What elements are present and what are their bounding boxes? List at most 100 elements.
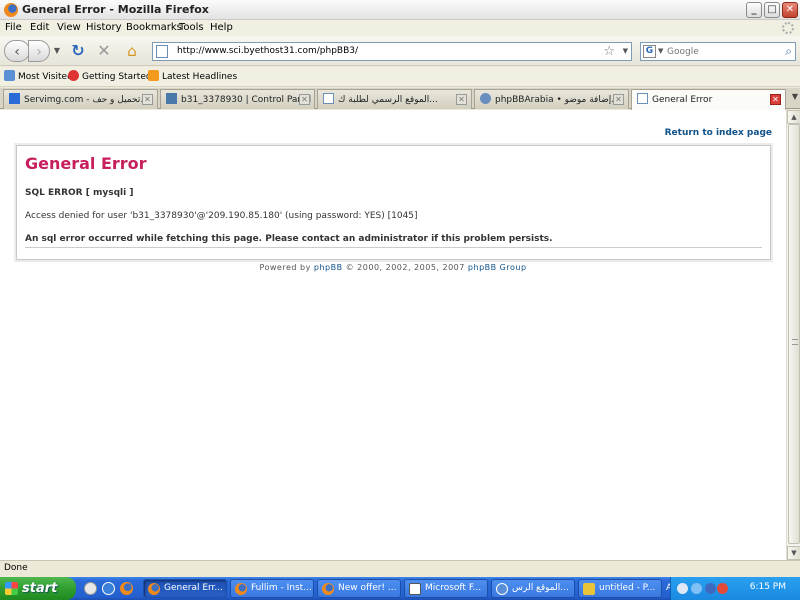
- scroll-down-icon[interactable]: ▼: [787, 546, 800, 560]
- error-panel: General Error SQL ERROR [ mysqli ] Acces…: [16, 145, 771, 260]
- tab-label: b31_3378930 | Control Panel: [181, 95, 312, 105]
- firefox-quicklaunch-icon[interactable]: [120, 582, 133, 595]
- task-new-offer[interactable]: New offer! ...: [317, 579, 401, 598]
- show-desktop-icon[interactable]: [84, 582, 97, 595]
- window-title: General Error - Mozilla Firefox: [22, 3, 209, 16]
- tab-official-site[interactable]: الموقع الرسمي لطلبة ك... ✕: [317, 89, 472, 109]
- search-icon[interactable]: ⌕: [785, 44, 792, 59]
- bookmark-latest-headlines[interactable]: Latest Headlines: [148, 70, 237, 84]
- back-button[interactable]: ‹: [4, 40, 30, 62]
- tab-control-panel[interactable]: b31_3378930 | Control Panel ✕: [160, 89, 315, 109]
- menu-history[interactable]: History: [86, 22, 122, 33]
- search-bar: G ▼ ⌕: [640, 42, 796, 61]
- task-label: Microsoft F...: [425, 583, 482, 593]
- tab-close-icon[interactable]: ✕: [770, 94, 781, 105]
- tab-label: الموقع الرسمي لطلبة ك...: [338, 95, 438, 105]
- sql-error-text: SQL ERROR [ mysqli ]: [25, 188, 134, 198]
- return-to-index-link[interactable]: Return to index page: [665, 128, 772, 138]
- window-icon: [409, 583, 421, 595]
- stop-icon[interactable]: ✕: [94, 40, 114, 62]
- phpbb-group-link[interactable]: phpBB Group: [468, 263, 527, 272]
- firefox-icon: [322, 583, 334, 595]
- scroll-grip: [792, 339, 798, 345]
- start-button[interactable]: start: [0, 577, 76, 600]
- task-fullim[interactable]: Fullim - Inst...: [230, 579, 314, 598]
- tab-phpbbarabia[interactable]: phpBBArabia • إضافة موضو... ✕: [474, 89, 629, 109]
- search-engine-dropdown-icon[interactable]: ▼: [658, 47, 663, 55]
- tab-label: Servimg.com - تحميل و حف...: [24, 95, 149, 105]
- reload-icon[interactable]: ↻: [68, 40, 88, 62]
- system-tray: 6:15 PM: [670, 577, 800, 600]
- network-icon[interactable]: [677, 583, 688, 594]
- firefox-icon: [4, 3, 18, 17]
- bookmarks-toolbar: Most Visited Getting Started Latest Head…: [0, 67, 800, 87]
- bookmark-getting-started[interactable]: Getting Started: [68, 70, 152, 84]
- servimg-icon: [9, 93, 20, 104]
- menu-file[interactable]: File: [5, 22, 22, 33]
- tab-servimg[interactable]: Servimg.com - تحميل و حف... ✕: [3, 89, 158, 109]
- getting-started-icon: [68, 70, 79, 81]
- phpbb-link[interactable]: phpBB: [314, 263, 343, 272]
- tab-label: phpBBArabia • إضافة موضو...: [495, 95, 620, 105]
- internet-explorer-icon: [496, 583, 508, 595]
- navigation-toolbar: ‹ › ▼ ↻ ✕ ⌂ http://www.sci.byethost31.co…: [0, 36, 800, 66]
- throbber-icon: [782, 22, 794, 34]
- bookmark-star-icon[interactable]: ☆: [603, 44, 615, 59]
- task-official-site[interactable]: الموقع الرس...: [491, 579, 575, 598]
- rss-icon: [148, 70, 159, 81]
- minimize-button[interactable]: _: [746, 2, 762, 18]
- firefox-icon: [235, 583, 247, 595]
- scroll-thumb[interactable]: [788, 124, 800, 544]
- close-button[interactable]: ✕: [782, 2, 798, 18]
- search-input[interactable]: [667, 45, 777, 58]
- task-general-error[interactable]: General Err...: [143, 579, 227, 598]
- tab-bar: Servimg.com - تحميل و حف... ✕ b31_337893…: [0, 88, 800, 110]
- tab-close-icon[interactable]: ✕: [456, 94, 467, 105]
- powered-prefix: Powered by: [259, 263, 311, 272]
- internet-explorer-icon[interactable]: [102, 582, 115, 595]
- tab-close-icon[interactable]: ✕: [142, 94, 153, 105]
- menu-view[interactable]: View: [57, 22, 81, 33]
- scroll-up-icon[interactable]: ▲: [787, 110, 800, 124]
- tab-close-icon[interactable]: ✕: [299, 94, 310, 105]
- menu-bookmarks[interactable]: Bookmarks: [126, 22, 182, 33]
- url-dropdown-icon[interactable]: ▼: [623, 47, 628, 55]
- window-titlebar: General Error - Mozilla Firefox _ □ ✕: [0, 0, 800, 20]
- tab-close-icon[interactable]: ✕: [613, 94, 624, 105]
- firefox-icon: [148, 583, 160, 595]
- task-label: untitled - P...: [599, 583, 656, 593]
- divider: [25, 247, 762, 248]
- google-icon[interactable]: G: [643, 45, 656, 58]
- info-icon[interactable]: [705, 583, 716, 594]
- tab-list-dropdown-icon[interactable]: ▼: [792, 92, 798, 101]
- url-bar[interactable]: http://www.sci.byethost31.com/phpBB3/ ☆ …: [152, 42, 632, 61]
- vertical-scrollbar[interactable]: ▲ ▼: [786, 110, 800, 560]
- maximize-button[interactable]: □: [764, 2, 780, 18]
- bookmark-most-visited[interactable]: Most Visited: [4, 70, 73, 84]
- bookmark-label: Most Visited: [18, 72, 73, 82]
- security-alert-icon[interactable]: [717, 583, 728, 594]
- page-icon: [637, 93, 648, 104]
- page-title: General Error: [25, 154, 147, 173]
- speaker-icon[interactable]: [691, 583, 702, 594]
- url-text[interactable]: http://www.sci.byethost31.com/phpBB3/: [177, 46, 358, 56]
- windows-flag-icon: [5, 582, 18, 595]
- most-visited-icon: [4, 70, 15, 81]
- error-message-text: An sql error occurred while fetching thi…: [25, 234, 553, 244]
- menu-help[interactable]: Help: [210, 22, 233, 33]
- menu-tools[interactable]: Tools: [179, 22, 204, 33]
- home-icon[interactable]: ⌂: [122, 40, 142, 62]
- task-untitled-paint[interactable]: untitled - P...: [578, 579, 662, 598]
- task-microsoft[interactable]: Microsoft F...: [404, 579, 488, 598]
- status-text: Done: [4, 563, 28, 573]
- history-dropdown-icon[interactable]: ▼: [52, 40, 62, 62]
- menu-edit[interactable]: Edit: [30, 22, 49, 33]
- tab-general-error[interactable]: General Error ✕: [631, 89, 786, 110]
- powered-by-footer: Powered by phpBB © 2000, 2002, 2005, 200…: [0, 263, 786, 272]
- start-label: start: [22, 581, 58, 596]
- task-label: General Err...: [164, 583, 224, 593]
- menu-bar: File Edit View History Bookmarks Tools H…: [0, 20, 800, 36]
- task-label: New offer! ...: [338, 583, 397, 593]
- clock: 6:15 PM: [749, 582, 786, 592]
- forward-button[interactable]: ›: [28, 40, 50, 62]
